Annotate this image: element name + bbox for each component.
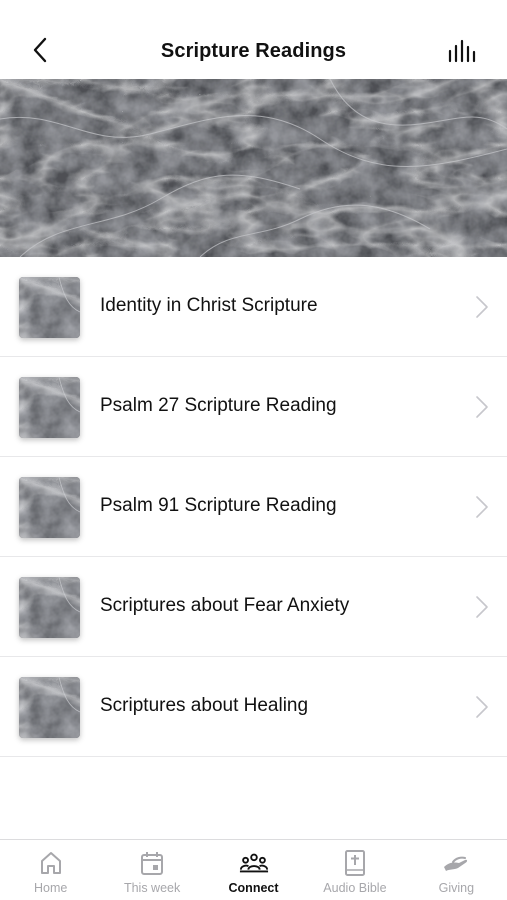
home-icon <box>36 849 66 877</box>
calendar-icon <box>137 849 167 877</box>
tab-label: This week <box>123 881 181 895</box>
thumbnail-image <box>19 577 80 638</box>
chevron-right-icon <box>475 695 489 719</box>
tab-giving[interactable]: Giving <box>406 840 507 900</box>
page-title: Scripture Readings <box>160 40 347 62</box>
tab-label: Home <box>34 881 68 895</box>
hero-image <box>0 79 507 257</box>
thumbnail-image <box>19 377 80 438</box>
tab-bar: Home This week Connect Audio Bible Givin… <box>0 839 507 900</box>
tab-home[interactable]: Home <box>0 840 101 900</box>
list-item[interactable]: Identity in Christ Scripture <box>0 257 507 357</box>
tab-this-week[interactable]: This week <box>101 840 202 900</box>
chevron-right-icon <box>475 395 489 419</box>
audio-bars-icon <box>447 39 477 68</box>
list-item-label: Identity in Christ Scripture <box>100 295 318 316</box>
list-item-label: Scriptures about Fear Anxiety <box>100 595 350 616</box>
chevron-right-icon <box>475 495 489 519</box>
thumbnail-image <box>19 277 80 338</box>
chevron-right-icon <box>475 295 489 319</box>
chevron-right-icon <box>475 595 489 619</box>
tab-connect[interactable]: Connect <box>203 840 304 900</box>
audio-button[interactable] <box>445 38 479 68</box>
giving-hand-icon <box>441 849 471 877</box>
header-bar: Scripture Readings <box>0 0 507 79</box>
list-item[interactable]: Scriptures about Fear Anxiety <box>0 557 507 657</box>
thumbnail-image <box>19 677 80 738</box>
tab-label: Connect <box>228 881 279 895</box>
tab-audio-bible[interactable]: Audio Bible <box>304 840 405 900</box>
tab-label: Audio Bible <box>323 881 387 895</box>
list-item-label: Psalm 27 Scripture Reading <box>100 395 337 416</box>
list-item-label: Psalm 91 Scripture Reading <box>100 495 337 516</box>
thumbnail-image <box>19 477 80 538</box>
tab-label: Giving <box>438 881 475 895</box>
bible-icon <box>340 849 370 877</box>
list-item[interactable]: Scriptures about Healing <box>0 657 507 757</box>
reading-list: Identity in Christ Scripture Psalm 27 Sc… <box>0 257 507 757</box>
list-item[interactable]: Psalm 91 Scripture Reading <box>0 457 507 557</box>
people-group-icon <box>239 849 269 877</box>
list-item-label: Scriptures about Healing <box>100 695 309 716</box>
list-item[interactable]: Psalm 27 Scripture Reading <box>0 357 507 457</box>
